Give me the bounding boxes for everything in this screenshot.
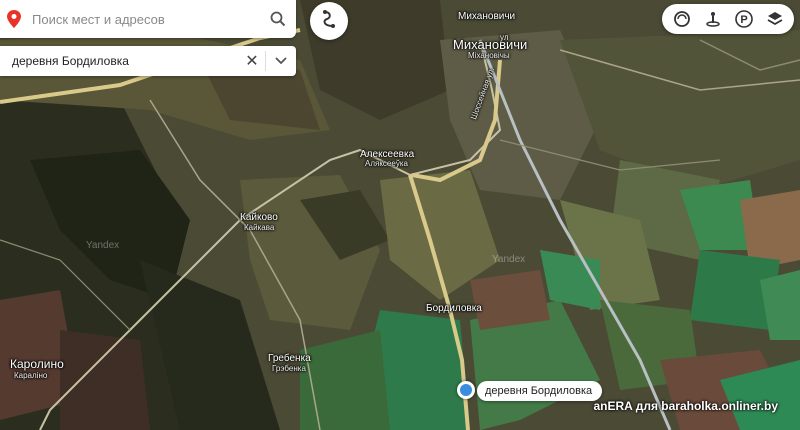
chevron-down-icon[interactable] bbox=[266, 46, 296, 76]
place-label-kaykovo-by: Кайкава bbox=[244, 223, 275, 232]
yandex-watermark-2: Yandex bbox=[492, 254, 526, 265]
place-label-bordilovka[interactable]: Бордиловка bbox=[426, 304, 482, 314]
close-icon[interactable]: ✕ bbox=[239, 46, 265, 76]
selected-place-text: деревня Бордиловка bbox=[12, 54, 129, 68]
yandex-watermark: Yandex bbox=[86, 240, 120, 251]
place-label-grebenka-by: Грэбенка bbox=[272, 364, 306, 373]
location-marker-label[interactable]: деревня Бордиловка bbox=[477, 381, 603, 401]
route-button[interactable] bbox=[310, 2, 348, 40]
selected-place-field[interactable]: деревня Бордиловка ✕ bbox=[0, 46, 296, 76]
map-pin-icon bbox=[0, 0, 28, 38]
route-icon bbox=[319, 9, 339, 34]
place-label-karolino-by: Каралiно bbox=[14, 371, 48, 380]
place-label-mikhanovichi-small[interactable]: Михановичи bbox=[458, 12, 515, 22]
location-marker[interactable] bbox=[457, 381, 475, 399]
traffic-icon[interactable] bbox=[669, 6, 695, 32]
place-label-grebenka[interactable]: Гребенка bbox=[268, 354, 311, 364]
photo-watermark: anERA для baraholka.onliner.by bbox=[593, 399, 778, 413]
place-label-mikhanovichi[interactable]: Михановичи bbox=[453, 38, 527, 51]
place-label-karolino[interactable]: Каролино bbox=[10, 358, 64, 370]
search-input[interactable] bbox=[28, 4, 260, 34]
parking-icon[interactable]: P bbox=[731, 6, 757, 32]
search-bar bbox=[0, 0, 296, 38]
svg-text:P: P bbox=[740, 14, 747, 26]
place-label-alekseevka-by: Аляксееўка bbox=[365, 159, 408, 168]
place-label-kaykovo[interactable]: Кайково bbox=[240, 213, 278, 223]
street-label-top: ул bbox=[500, 33, 509, 42]
map-layers-toolbar: P bbox=[662, 4, 794, 34]
search-icon[interactable] bbox=[260, 0, 296, 38]
place-label-mikhanovichi-by: Міхановічы bbox=[468, 51, 510, 60]
layers-icon[interactable] bbox=[762, 6, 788, 32]
marker-label-text: деревня Бордиловка bbox=[485, 385, 593, 397]
panorama-icon[interactable] bbox=[700, 6, 726, 32]
